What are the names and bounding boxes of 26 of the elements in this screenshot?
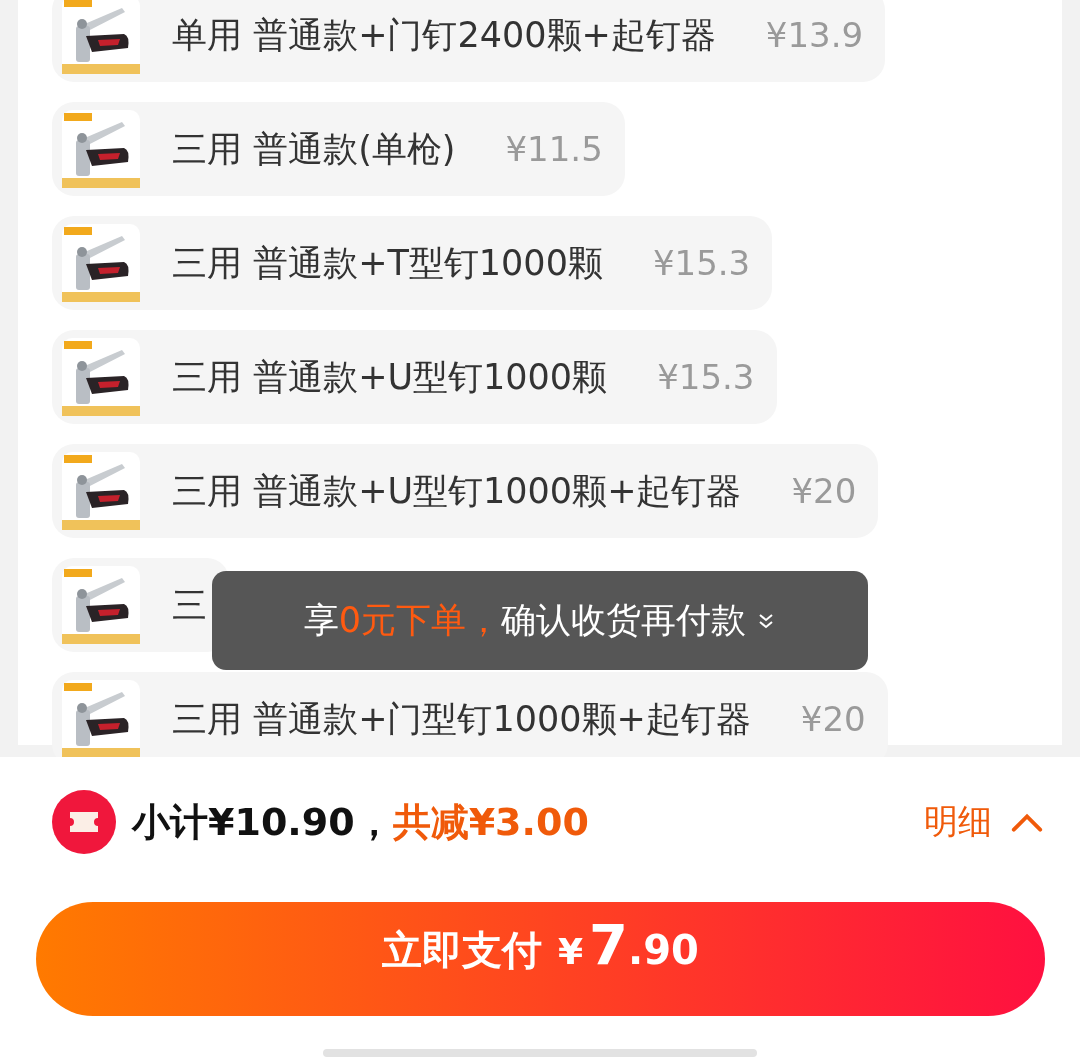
option-chip[interactable]: 三 — [52, 558, 229, 652]
option-chip[interactable]: 三用 普通款+U型钉1000颗+起钉器 ¥20 — [52, 444, 879, 538]
option-chip[interactable]: 三用 普通款+门型钉1000颗+起钉器 ¥20 — [52, 672, 888, 757]
option-price: ¥20 — [791, 471, 857, 511]
option-price: ¥15.3 — [657, 357, 755, 397]
option-price: ¥13.9 — [765, 15, 864, 55]
option-price: ¥15.3 — [652, 243, 751, 283]
option-label: 三用 普通款(单枪) — [172, 127, 456, 171]
option-label: 三 — [172, 583, 207, 627]
option-price: ¥11.5 — [505, 129, 603, 169]
option-label: 单用 普通款+门钉2400颗+起钉器 — [172, 13, 716, 57]
option-label: 三用 普通款+U型钉1000颗 — [172, 355, 608, 399]
option-price: ¥20 — [800, 699, 866, 739]
coupon-icon — [52, 790, 116, 854]
option-label: 三用 普通款+T型钉1000颗 — [172, 241, 603, 285]
pay-button[interactable]: 立即支付 ¥7.90 — [36, 902, 1045, 1016]
chevron-up-icon — [1010, 811, 1044, 833]
option-chip[interactable]: 单用 普通款+门钉2400颗+起钉器 ¥13.9 — [52, 0, 886, 82]
option-chip[interactable]: 三用 普通款+T型钉1000颗 ¥15.3 — [52, 216, 773, 310]
subtotal-text: 小计¥10.90， — [132, 798, 393, 846]
option-label: 三用 普通款+U型钉1000颗+起钉器 — [172, 469, 742, 513]
option-label: 三用 普通款+门型钉1000颗+起钉器 — [172, 697, 751, 741]
option-chip[interactable]: 三用 普通款+U型钉1000颗 ¥15.3 — [52, 330, 777, 424]
discount-text: 共减¥3.00 — [392, 798, 589, 846]
toast-text: 享0元下单，确认收货再付款 — [303, 599, 747, 642]
option-chip[interactable]: 三用 普通款(单枪) ¥11.5 — [52, 102, 625, 196]
